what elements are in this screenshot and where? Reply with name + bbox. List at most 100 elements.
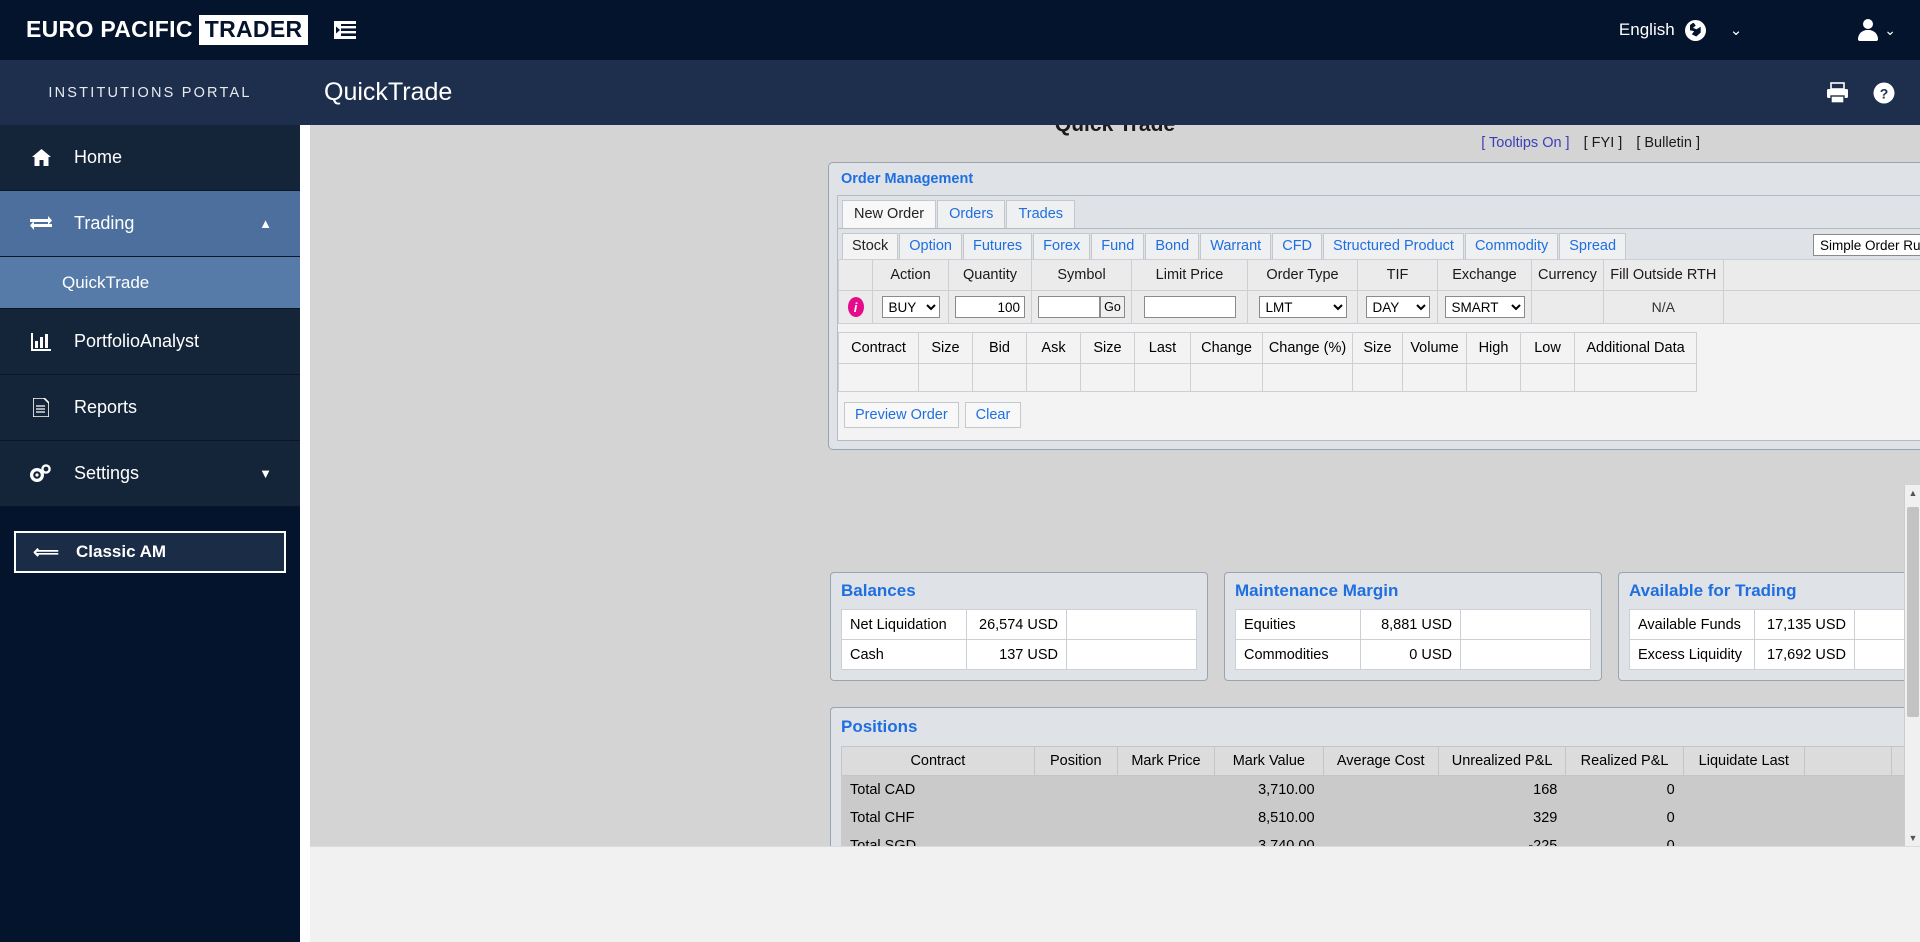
printer-icon[interactable]: [1826, 81, 1850, 104]
tif-select[interactable]: DAY: [1365, 296, 1430, 318]
arrow-left-icon: ⟸: [33, 541, 59, 562]
balances-card-title: Balances: [841, 581, 916, 600]
quote-col-last: Last: [1134, 332, 1191, 364]
sidebar-item-label-settings: Settings: [74, 463, 140, 483]
page-header: QuickTrade ?: [300, 60, 1920, 125]
scroll-down-arrow[interactable]: ▼: [1905, 830, 1920, 846]
sidebar-item-trading[interactable]: Trading ▲: [0, 191, 300, 257]
quote-cell-change: [1190, 363, 1263, 392]
pos-cell-mark-price: [1116, 831, 1216, 846]
exchange-select[interactable]: SMART: [1444, 296, 1525, 318]
order-management-title: Order Management: [841, 170, 974, 187]
sidebar-toggle-icon[interactable]: [334, 21, 356, 39]
preview-order-button[interactable]: Preview Order: [844, 402, 959, 428]
balances-table: Net Liquidation 26,574 USD Cash 137 USD: [841, 609, 1197, 670]
order-entry-value-row: i BUY 100 Go LMT DAY SMART N/A: [838, 290, 1920, 324]
scroll-thumb[interactable]: [1907, 507, 1919, 717]
balances-blank-2: [1066, 639, 1197, 670]
product-tab-stock[interactable]: Stock: [842, 233, 899, 259]
product-tab-structured-product[interactable]: Structured Product: [1323, 233, 1464, 259]
avail-row-available-funds: Available Funds 17,135 USD: [1629, 609, 1920, 640]
sidebar-item-settings[interactable]: Settings ▼: [0, 441, 300, 507]
exchange-icon: [28, 215, 54, 232]
quote-cell-bid: [972, 363, 1027, 392]
table-row: Total CHF 8,510.00 329 0: [841, 803, 1920, 832]
avail-value-excess-liquidity: 17,692 USD: [1754, 639, 1855, 670]
brand-secondary: TRADER: [198, 15, 309, 45]
pos-cell-mark-value: 8,510.00: [1214, 803, 1324, 832]
product-tab-forex[interactable]: Forex: [1033, 233, 1091, 259]
language-selector[interactable]: English ⌄: [1619, 19, 1743, 41]
product-tab-spread[interactable]: Spread: [1559, 233, 1627, 259]
chevron-down-icon: ⌄: [1729, 22, 1743, 39]
tab-orders[interactable]: Orders: [937, 200, 1006, 228]
pos-col-mark-price: Mark Price: [1116, 746, 1216, 776]
sidebar-item-label-home: Home: [74, 147, 123, 167]
gears-icon: [28, 464, 54, 483]
limit-price-input[interactable]: [1143, 296, 1236, 318]
quantity-cell: [948, 290, 1032, 324]
action-select[interactable]: BUY: [881, 296, 940, 318]
order-rules-select[interactable]: Simple Order Rules: [1813, 234, 1920, 256]
info-icon[interactable]: i: [847, 297, 864, 317]
symbol-input[interactable]: [1038, 296, 1101, 318]
sidebar-item-quicktrade[interactable]: QuickTrade: [0, 257, 300, 309]
product-tab-commodity[interactable]: Commodity: [1464, 233, 1559, 259]
product-tab-fund[interactable]: Fund: [1091, 233, 1145, 259]
table-row: Total CAD 3,710.00 168 0: [841, 775, 1920, 804]
bulletin-link[interactable]: [ Bulletin ]: [1636, 135, 1700, 151]
order-type-select[interactable]: LMT: [1258, 296, 1347, 318]
available-for-trading-card-title: Available for Trading: [1629, 581, 1797, 600]
product-tab-futures[interactable]: Futures: [963, 233, 1033, 259]
portal-title: INSTITUTIONS PORTAL: [0, 60, 300, 125]
positions-header-row: Contract Position Mark Price Mark Value …: [841, 746, 1920, 776]
sidebar-filler: [0, 577, 300, 942]
sidebar-item-home[interactable]: Home: [0, 125, 300, 191]
table-row: Total SGD 3,740.00 -225 0: [841, 831, 1920, 846]
vertical-scrollbar[interactable]: ▲ ▼: [1904, 485, 1920, 846]
product-tab-option[interactable]: Option: [899, 233, 962, 259]
pos-cell-realized: 0: [1565, 775, 1684, 804]
sidebar-item-label-portfolioanalyst: PortfolioAnalyst: [74, 331, 200, 351]
product-tab-cfd[interactable]: CFD: [1272, 233, 1323, 259]
quote-col-size1: Size: [918, 332, 973, 364]
avail-label-available-funds: Available Funds: [1629, 609, 1755, 640]
fyi-link[interactable]: [ FYI ]: [1584, 135, 1623, 151]
fill-outside-rth-cell: N/A: [1602, 290, 1724, 324]
help-icon[interactable]: ?: [1872, 81, 1896, 105]
clear-button[interactable]: Clear: [964, 402, 1022, 428]
tab-trades[interactable]: Trades: [1006, 200, 1076, 228]
quote-col-high: High: [1466, 332, 1521, 364]
order-management-header: Order Management ▼: [829, 163, 1920, 189]
quantity-input[interactable]: [955, 296, 1025, 318]
quote-cell-size1: [918, 363, 973, 392]
pos-col-position: Position: [1033, 746, 1118, 776]
content-area: Quick Trade [ Tooltips On ] [ FYI ] [ Bu…: [300, 125, 1920, 942]
user-menu[interactable]: ⌄: [1857, 19, 1896, 41]
chevron-up-icon: ▲: [259, 216, 272, 231]
sidebar-item-reports[interactable]: Reports: [0, 375, 300, 441]
quote-col-bid: Bid: [972, 332, 1027, 364]
sidebar-item-portfolioanalyst[interactable]: PortfolioAnalyst: [0, 309, 300, 375]
scroll-up-arrow[interactable]: ▲: [1905, 485, 1920, 501]
quote-col-contract: Contract: [838, 332, 919, 364]
order-action-buttons: Preview Order Clear: [838, 392, 1920, 440]
pos-cell-average-cost: [1322, 803, 1439, 832]
margin-blank-1: [1460, 609, 1591, 640]
quote-col-size3: Size: [1352, 332, 1403, 364]
tooltips-link[interactable]: [ Tooltips On ]: [1481, 135, 1569, 151]
symbol-go-button[interactable]: Go: [1100, 296, 1125, 318]
col-spacer: [1722, 259, 1920, 291]
quote-col-size2: Size: [1080, 332, 1135, 364]
product-tab-warrant[interactable]: Warrant: [1200, 233, 1272, 259]
maintenance-margin-table: Equities 8,881 USD Commodities 0 USD: [1235, 609, 1591, 670]
pos-cell-position: [1033, 775, 1118, 804]
tab-new-order[interactable]: New Order: [842, 200, 937, 228]
product-tab-bond[interactable]: Bond: [1145, 233, 1200, 259]
classic-am-button[interactable]: ⟸ Classic AM: [14, 531, 286, 573]
globe-icon: [1684, 19, 1706, 41]
pos-cell-unrealized: 329: [1437, 803, 1567, 832]
quote-col-ask: Ask: [1026, 332, 1081, 364]
main-area: QuickTrade ? [Tooltips On] [FYI] [B…: [300, 60, 1920, 942]
margin-label-commodities: Commodities: [1235, 639, 1361, 670]
